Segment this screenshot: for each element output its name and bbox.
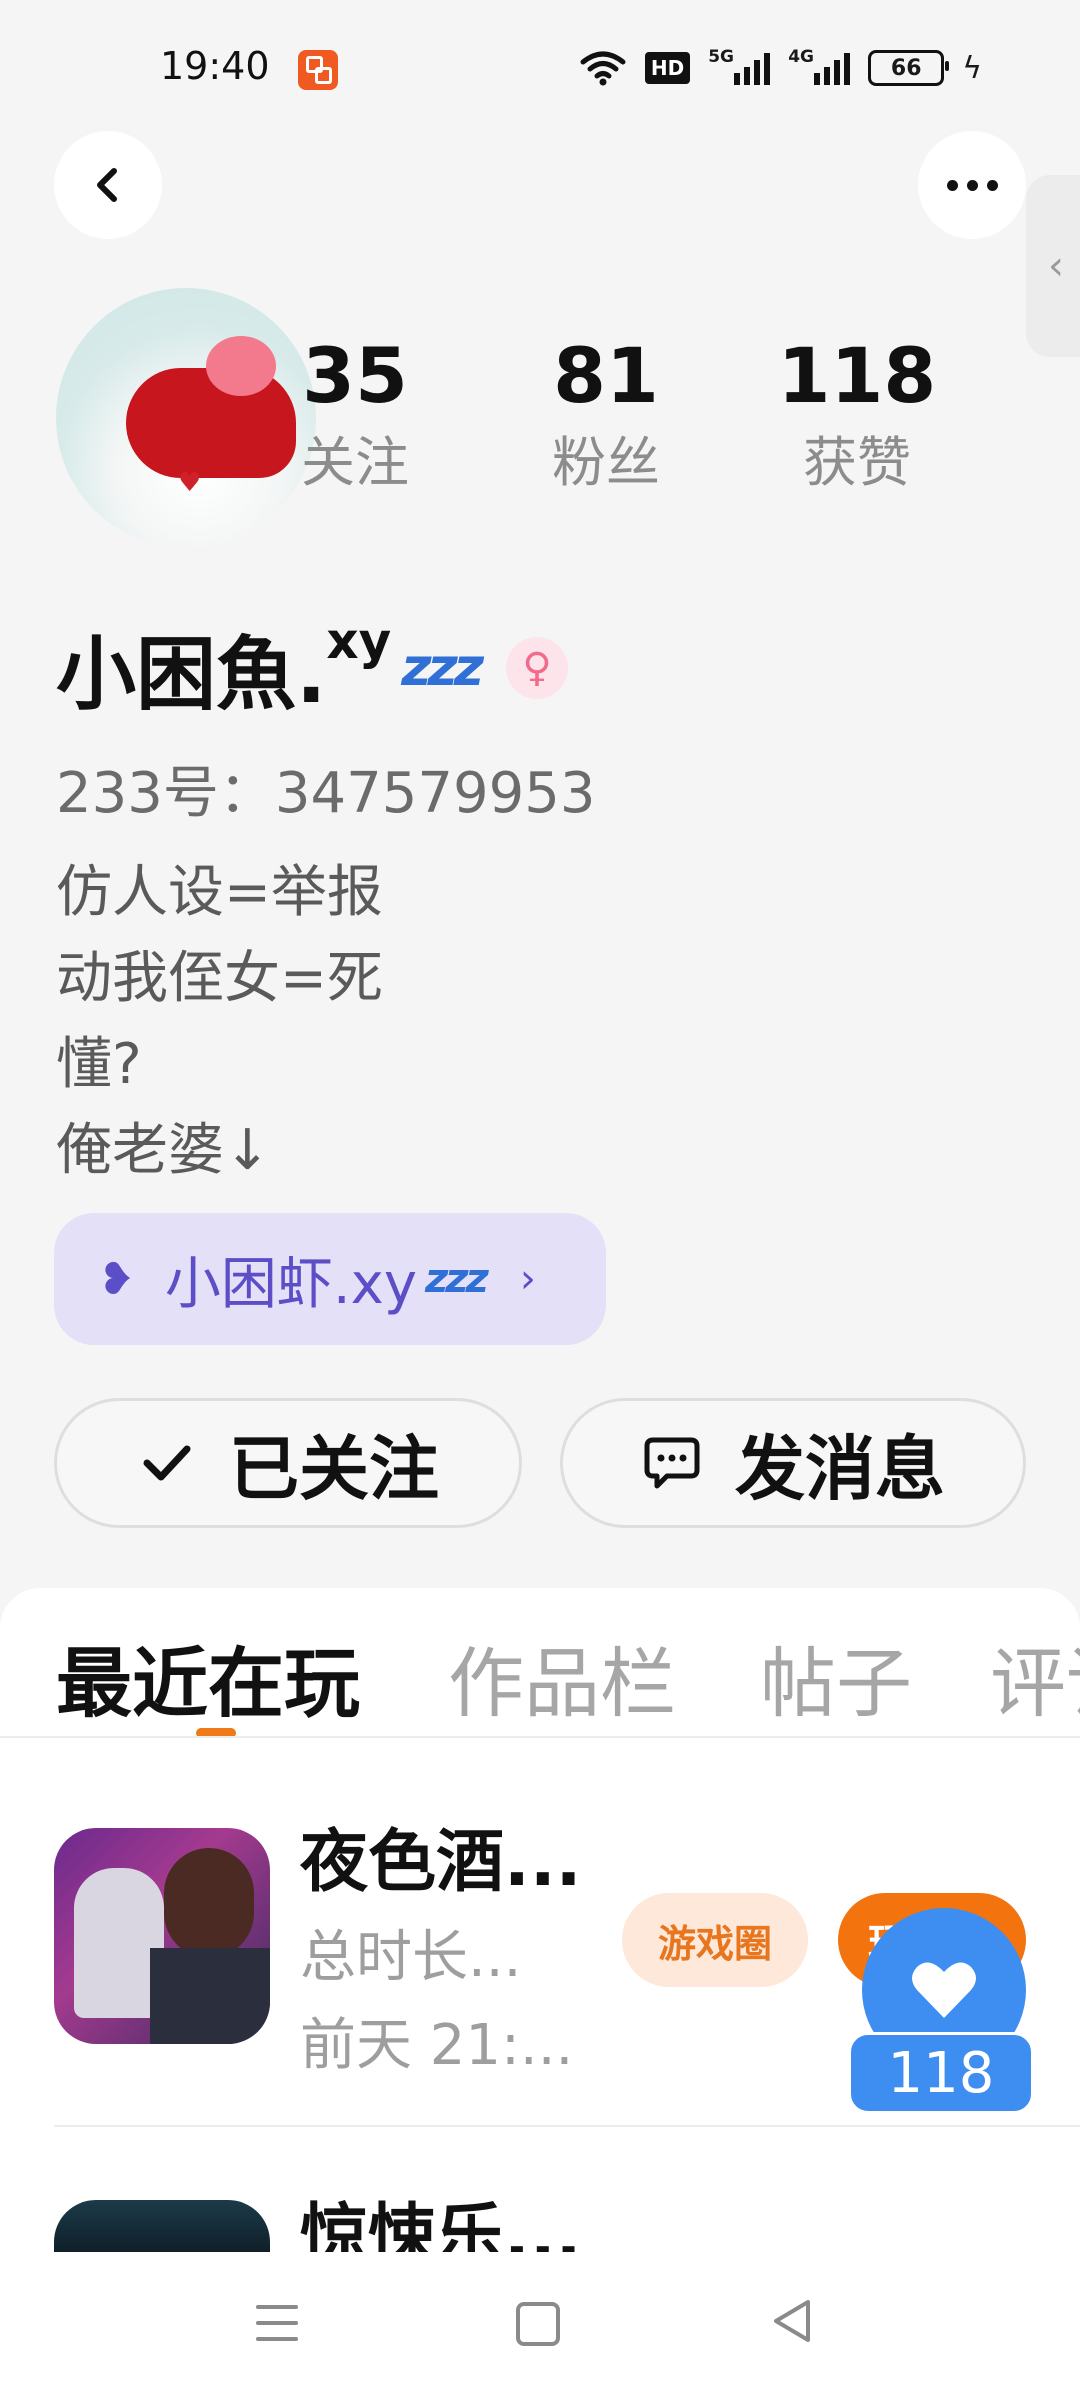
tab-recently-played[interactable]: 最近在玩 (56, 1622, 360, 1732)
like-float-button[interactable]: 118 (848, 1908, 1038, 2118)
check-icon (137, 1433, 197, 1493)
stat-likes[interactable]: 118 获赞 (757, 338, 957, 490)
tab-comments[interactable]: 评论 (990, 1622, 1080, 1722)
sleep-zzz-icon: zzz (424, 1256, 489, 1302)
tab-comments-clip: 评论 (990, 1622, 1080, 1722)
battery-icon: 66 (868, 50, 950, 86)
send-message-label: 发消息 (735, 1427, 945, 1510)
female-gender-icon: ♀ (506, 637, 569, 699)
status-icons: HD 5G 4G 66 ϟ (579, 46, 982, 90)
double-heart-icon: ❥ (98, 1253, 135, 1305)
signal-5g-icon: 5G (708, 47, 771, 85)
game-title[interactable]: 夜色酒... (300, 1806, 582, 1905)
tab-posts[interactable]: 帖子 (760, 1622, 912, 1732)
app-notification-icon (298, 50, 338, 90)
game-playtime: 总时长... (300, 1925, 522, 1990)
chat-bubble-icon (641, 1432, 703, 1494)
username-text: 小困魚. (56, 628, 327, 721)
game-icon[interactable] (54, 1828, 270, 2044)
chevron-left-icon (97, 168, 117, 202)
partner-tag[interactable]: ❥ 小困虾.xy zzz › (54, 1213, 606, 1345)
bio-line: 仿人设=举报 (56, 860, 383, 925)
bio-line: 俺老婆↓ (56, 1118, 271, 1183)
home-icon[interactable] (516, 2302, 560, 2346)
back-button[interactable] (54, 131, 162, 239)
like-count: 118 (848, 2032, 1034, 2114)
bio-line: 动我侄女=死 (56, 946, 383, 1011)
more-button[interactable] (918, 131, 1026, 239)
stat-following-count: 35 (302, 331, 408, 420)
charging-icon: ϟ (962, 50, 982, 86)
bio: 仿人设=举报 动我侄女=死 懂? 俺老婆↓ (56, 850, 383, 1194)
sleep-zzz-icon: zzz (401, 638, 484, 698)
stat-following[interactable]: 35 关注 (255, 338, 455, 490)
tab-works[interactable]: 作品栏 (448, 1622, 676, 1732)
status-time: 19:40 (160, 44, 270, 88)
back-triangle-icon[interactable] (770, 2298, 814, 2344)
chevron-left-icon: ‹ (1048, 243, 1064, 289)
stat-following-label: 关注 (301, 431, 409, 494)
chevron-right-icon: › (519, 1256, 536, 1302)
wifi-icon (580, 51, 626, 86)
hd-icon: HD (644, 52, 691, 84)
tab-divider (0, 1736, 1080, 1738)
battery-level: 66 (890, 55, 922, 81)
stat-fans[interactable]: 81 粉丝 (506, 338, 706, 490)
signal-4g-icon: 4G (788, 47, 851, 85)
username-suffix: xy (326, 612, 392, 670)
stat-likes-count: 118 (777, 331, 937, 420)
recent-apps-icon[interactable] (256, 2305, 298, 2341)
more-dots-icon (946, 179, 998, 191)
stat-fans-label: 粉丝 (552, 431, 660, 494)
partner-name: 小困虾.xy (164, 1251, 417, 1317)
bio-line: 懂? (56, 1032, 142, 1097)
user-id: 233号：347579953 (56, 761, 596, 826)
side-drawer-handle[interactable]: ‹ (1026, 175, 1080, 357)
username: 小困魚. xy zzz ♀ (56, 610, 569, 726)
stat-fans-count: 81 (553, 331, 659, 420)
row-divider (54, 2125, 1080, 2127)
send-message-button[interactable]: 发消息 (560, 1398, 1026, 1528)
followed-button[interactable]: 已关注 (54, 1398, 522, 1528)
followed-button-label: 已关注 (229, 1427, 439, 1510)
stat-likes-label: 获赞 (803, 431, 911, 494)
game-last-played: 前天 21:... (300, 2013, 574, 2078)
game-community-button[interactable]: 游戏圈 (622, 1893, 808, 1987)
